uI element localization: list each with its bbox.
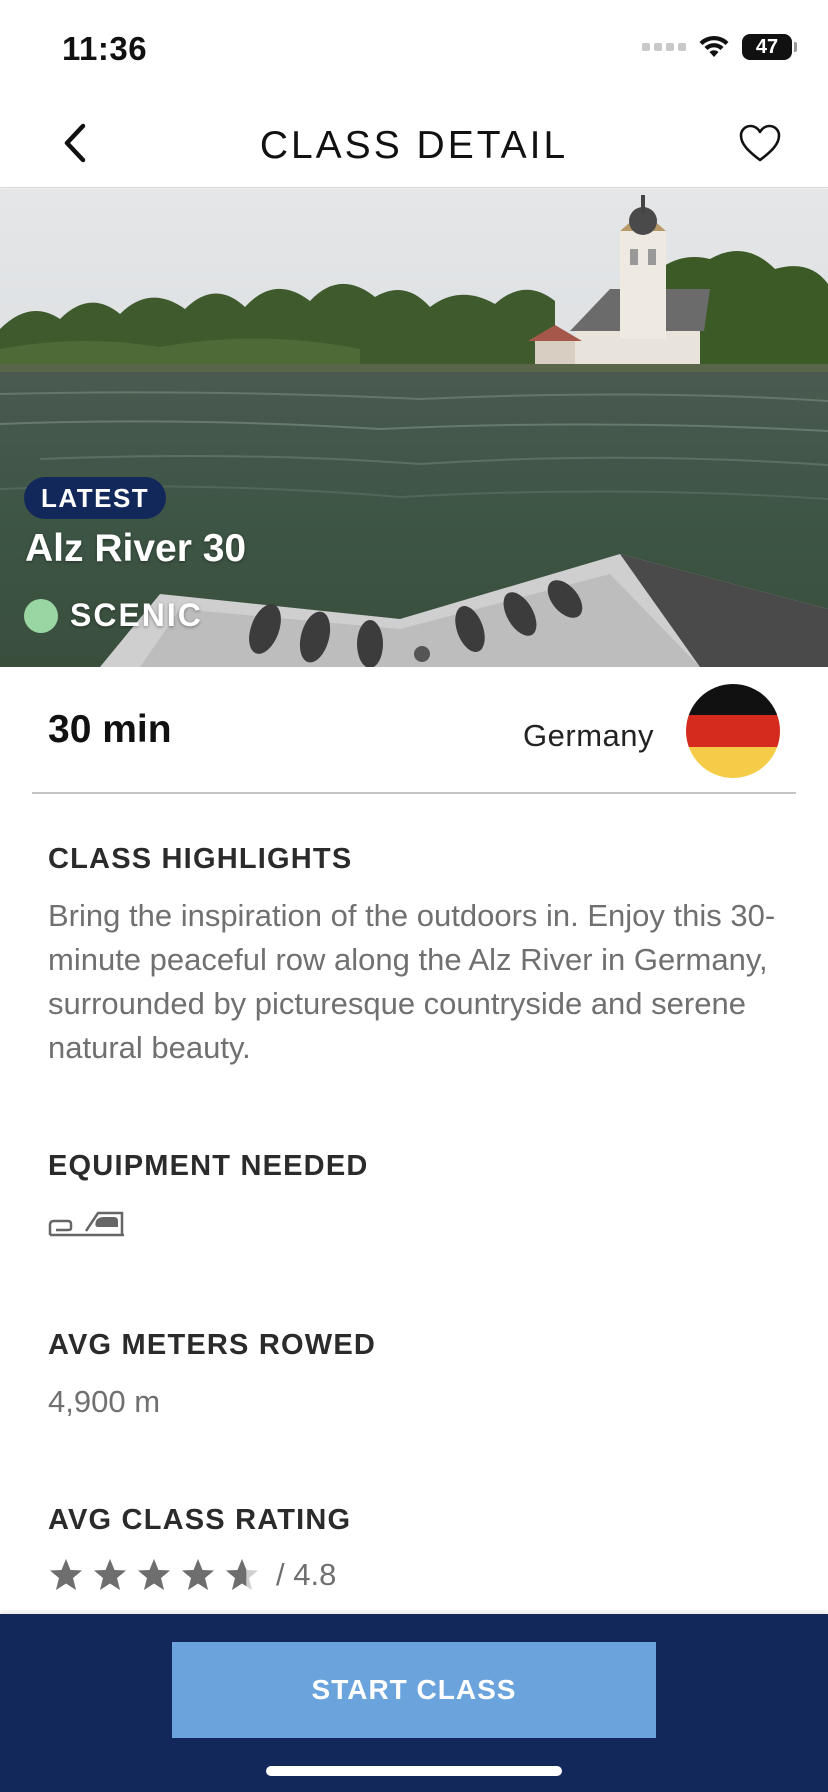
category-label: SCENIC [70,597,203,633]
germany-flag-icon [686,684,780,778]
latest-badge: LATEST [24,477,167,519]
category-tag: SCENIC [24,597,203,634]
highlights-heading: CLASS HIGHLIGHTS [48,843,353,875]
star-icon [226,1559,258,1590]
meters-value: 4,900 m [48,1384,161,1419]
class-duration: 30 min [48,708,172,751]
status-time: 11:36 [62,30,148,67]
equipment-heading: EQUIPMENT NEEDED [48,1150,369,1182]
meters-heading: AVG METERS ROWED [48,1329,377,1361]
rating-section: AVG CLASS RATING / 4.8 [48,1504,788,1593]
star-icon [94,1559,126,1590]
page-title: CLASS DETAIL [259,124,569,167]
star-icon [138,1559,170,1590]
star-rating: / 4.8 [48,1557,788,1593]
star-icon [50,1559,82,1590]
class-hero-image: LATEST Alz River 30 SCENIC [0,189,828,667]
status-bar: 11:36 47 [0,0,828,100]
river-scene-image [0,189,828,667]
wifi-icon [699,35,729,57]
class-title: Alz River 30 [25,527,247,570]
class-info-row: 30 min Germany [32,668,796,794]
category-dot-icon [24,598,58,633]
star-icon [182,1559,214,1590]
favorite-button[interactable] [732,118,788,168]
class-country: Germany [523,718,654,753]
battery-icon: 47 [742,34,797,60]
start-class-button[interactable]: START CLASS [172,1642,656,1738]
meters-section: AVG METERS ROWED 4,900 m [48,1329,788,1424]
highlights-text: Bring the inspiration of the outdoors in… [48,898,776,1065]
bottom-action-bar: START CLASS [0,1614,828,1792]
equipment-section: EQUIPMENT NEEDED [48,1150,788,1244]
battery-level: 47 [755,35,779,58]
rowing-machine-icon [48,1209,788,1244]
status-indicators: 47 [642,34,797,60]
top-nav-bar: CLASS DETAIL [0,100,828,188]
rating-heading: AVG CLASS RATING [48,1504,352,1536]
home-indicator [266,1766,562,1776]
rating-value: / 4.8 [276,1557,337,1592]
heart-outline-icon [739,124,781,162]
cellular-signal-icon [642,43,686,51]
highlights-section: CLASS HIGHLIGHTS Bring the inspiration o… [48,843,788,1070]
